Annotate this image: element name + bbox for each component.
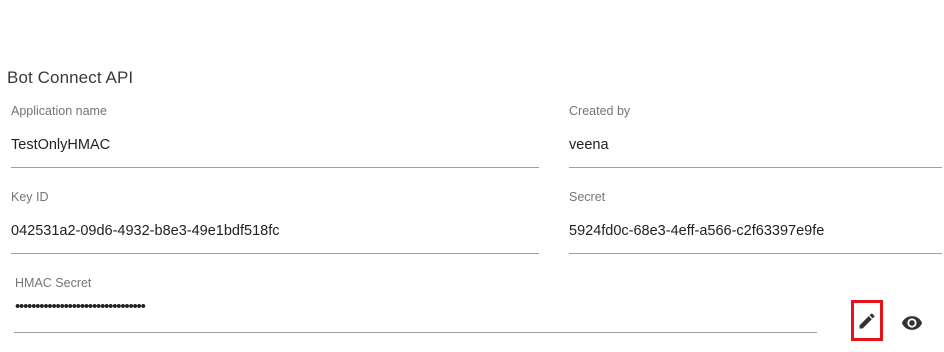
key-id-label: Key ID	[11, 190, 49, 204]
created-by-value[interactable]: veena	[569, 136, 609, 154]
edit-hmac-secret-button[interactable]	[851, 300, 883, 341]
application-name-underline	[11, 167, 539, 168]
key-id-field[interactable]: Key ID 042531a2-09d6-4932-b8e3-49e1bdf51…	[11, 190, 539, 254]
secret-underline	[569, 253, 942, 254]
hmac-secret-field[interactable]: HMAC Secret ••••••••••••••••••••••••••••…	[14, 276, 817, 333]
key-id-underline	[11, 253, 539, 254]
hmac-secret-masked-value[interactable]: ••••••••••••••••••••••••••••••••	[15, 298, 146, 316]
created-by-label: Created by	[569, 104, 631, 118]
eye-icon	[901, 316, 923, 330]
created-by-field[interactable]: Created by veena	[569, 104, 942, 168]
application-name-value[interactable]: TestOnlyHMAC	[11, 136, 110, 154]
application-name-label: Application name	[11, 104, 107, 118]
application-name-field[interactable]: Application name TestOnlyHMAC	[11, 104, 539, 168]
pencil-icon	[859, 312, 875, 328]
created-by-underline	[569, 167, 942, 168]
secret-label: Secret	[569, 190, 606, 204]
hmac-secret-label: HMAC Secret	[15, 276, 92, 290]
hmac-secret-underline	[14, 332, 817, 333]
show-hmac-secret-button[interactable]	[896, 303, 928, 343]
key-id-value[interactable]: 042531a2-09d6-4932-b8e3-49e1bdf518fc	[11, 222, 279, 240]
secret-field[interactable]: Secret 5924fd0c-68e3-4eff-a566-c2f63397e…	[569, 190, 942, 254]
bot-connect-api-panel: Bot Connect API Application name TestOnl…	[0, 0, 944, 352]
secret-value[interactable]: 5924fd0c-68e3-4eff-a566-c2f63397e9fe	[569, 222, 824, 240]
section-title: Bot Connect API	[7, 68, 134, 87]
